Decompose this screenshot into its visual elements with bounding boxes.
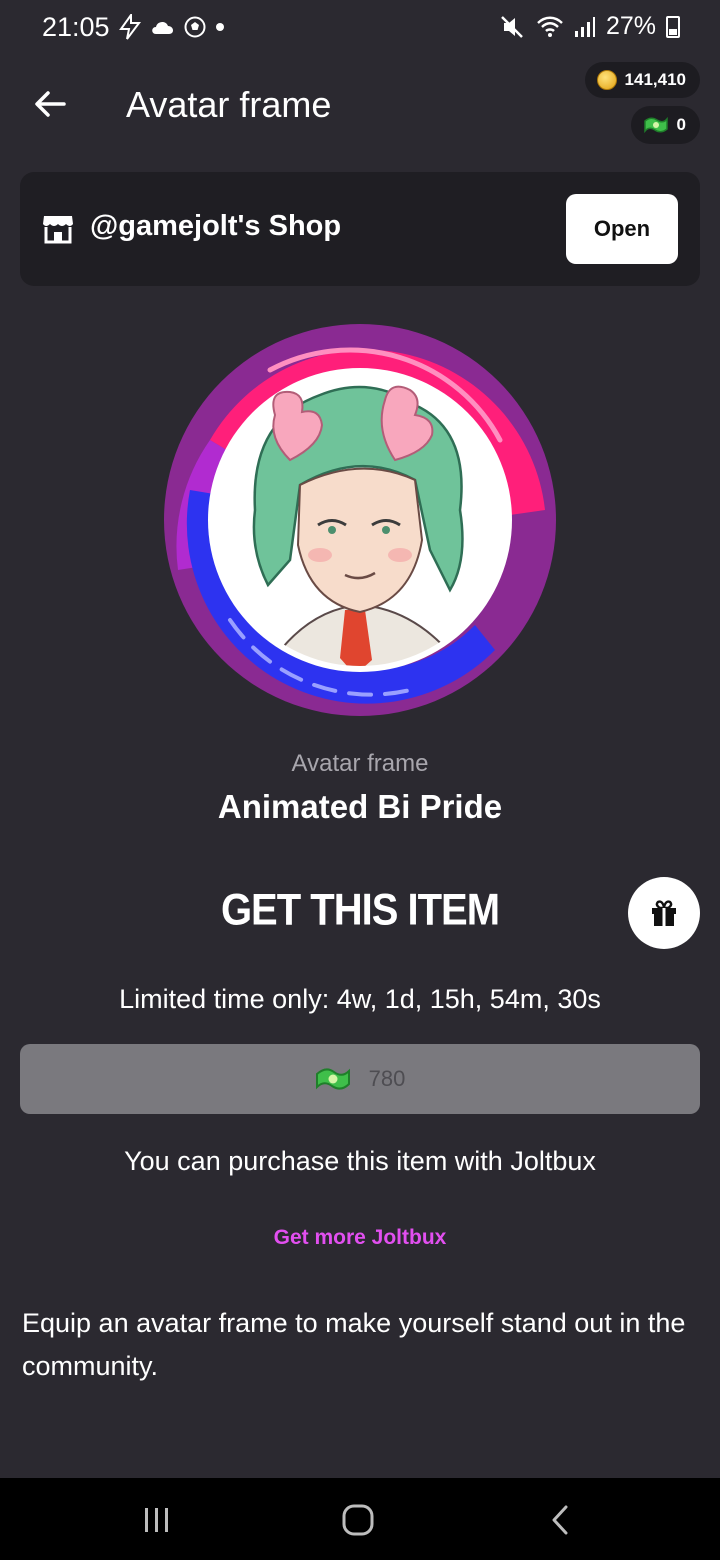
status-bar: 21:05 27% [0, 0, 720, 56]
shop-icon [43, 216, 73, 244]
shop-name: @gamejolt's Shop [90, 210, 342, 242]
status-right: 27% [500, 12, 680, 41]
battery-icon [666, 15, 680, 38]
home-icon [342, 1504, 374, 1536]
character-right-iris [382, 526, 390, 534]
open-shop-button[interactable]: Open [566, 194, 678, 264]
get-item-heading: GET THIS ITEM [220, 885, 500, 935]
item-description: Equip an avatar frame to make yourself s… [22, 1308, 686, 1381]
dot-icon [216, 23, 224, 31]
joltbux-icon [643, 116, 668, 134]
signal-icon [574, 16, 595, 37]
status-notification-icons [118, 14, 226, 40]
purchase-info-text: You can purchase this item with Joltbux [124, 1146, 596, 1176]
joltbux-amount: 0 [676, 115, 686, 134]
price-amount: 780 [368, 1066, 406, 1091]
coin-balance[interactable]: 141,410 [584, 62, 700, 98]
mute-icon [501, 15, 523, 38]
status-time: 21:05 [42, 12, 110, 42]
character-right-blush [388, 548, 412, 562]
item-type: Avatar frame [291, 750, 429, 777]
system-back-button[interactable] [530, 1498, 590, 1542]
limited-time-text: Limited time only: 4w, 1d, 15h, 54m, 30s [119, 984, 601, 1014]
purchase-price-button[interactable]: 780 [20, 1044, 700, 1114]
character-left-blush [308, 548, 332, 562]
character-left-iris [328, 526, 336, 534]
recent-apps-button[interactable] [127, 1498, 187, 1542]
item-name: Animated Bi Pride [217, 788, 503, 825]
joltbux-icon [315, 1068, 350, 1090]
back-arrow-icon [35, 91, 66, 117]
page-title: Avatar frame [126, 84, 332, 125]
avatar-frame-preview [164, 324, 556, 716]
shop-card: @gamejolt's Shop Open [20, 172, 700, 286]
back-button[interactable] [28, 82, 72, 126]
bolt-icon [119, 14, 141, 40]
soccer-ball-icon [184, 16, 206, 38]
cloud-icon [152, 21, 174, 34]
battery-percent: 27% [605, 12, 656, 40]
recent-apps-icon [145, 1508, 168, 1532]
wifi-icon [537, 16, 563, 37]
coin-amount: 141,410 [624, 70, 686, 89]
screen: 21:05 27% Avatar frame 141,410 0 @gamejo… [0, 0, 720, 1560]
home-button[interactable] [328, 1498, 388, 1542]
gift-icon [652, 900, 676, 926]
coin-icon [596, 70, 617, 90]
chevron-left-icon [552, 1505, 568, 1535]
get-more-joltbux-link[interactable]: Get more Joltbux [0, 1226, 720, 1250]
gift-button[interactable] [628, 877, 700, 949]
joltbux-balance[interactable]: 0 [630, 106, 700, 144]
system-nav-bar [0, 1478, 720, 1560]
